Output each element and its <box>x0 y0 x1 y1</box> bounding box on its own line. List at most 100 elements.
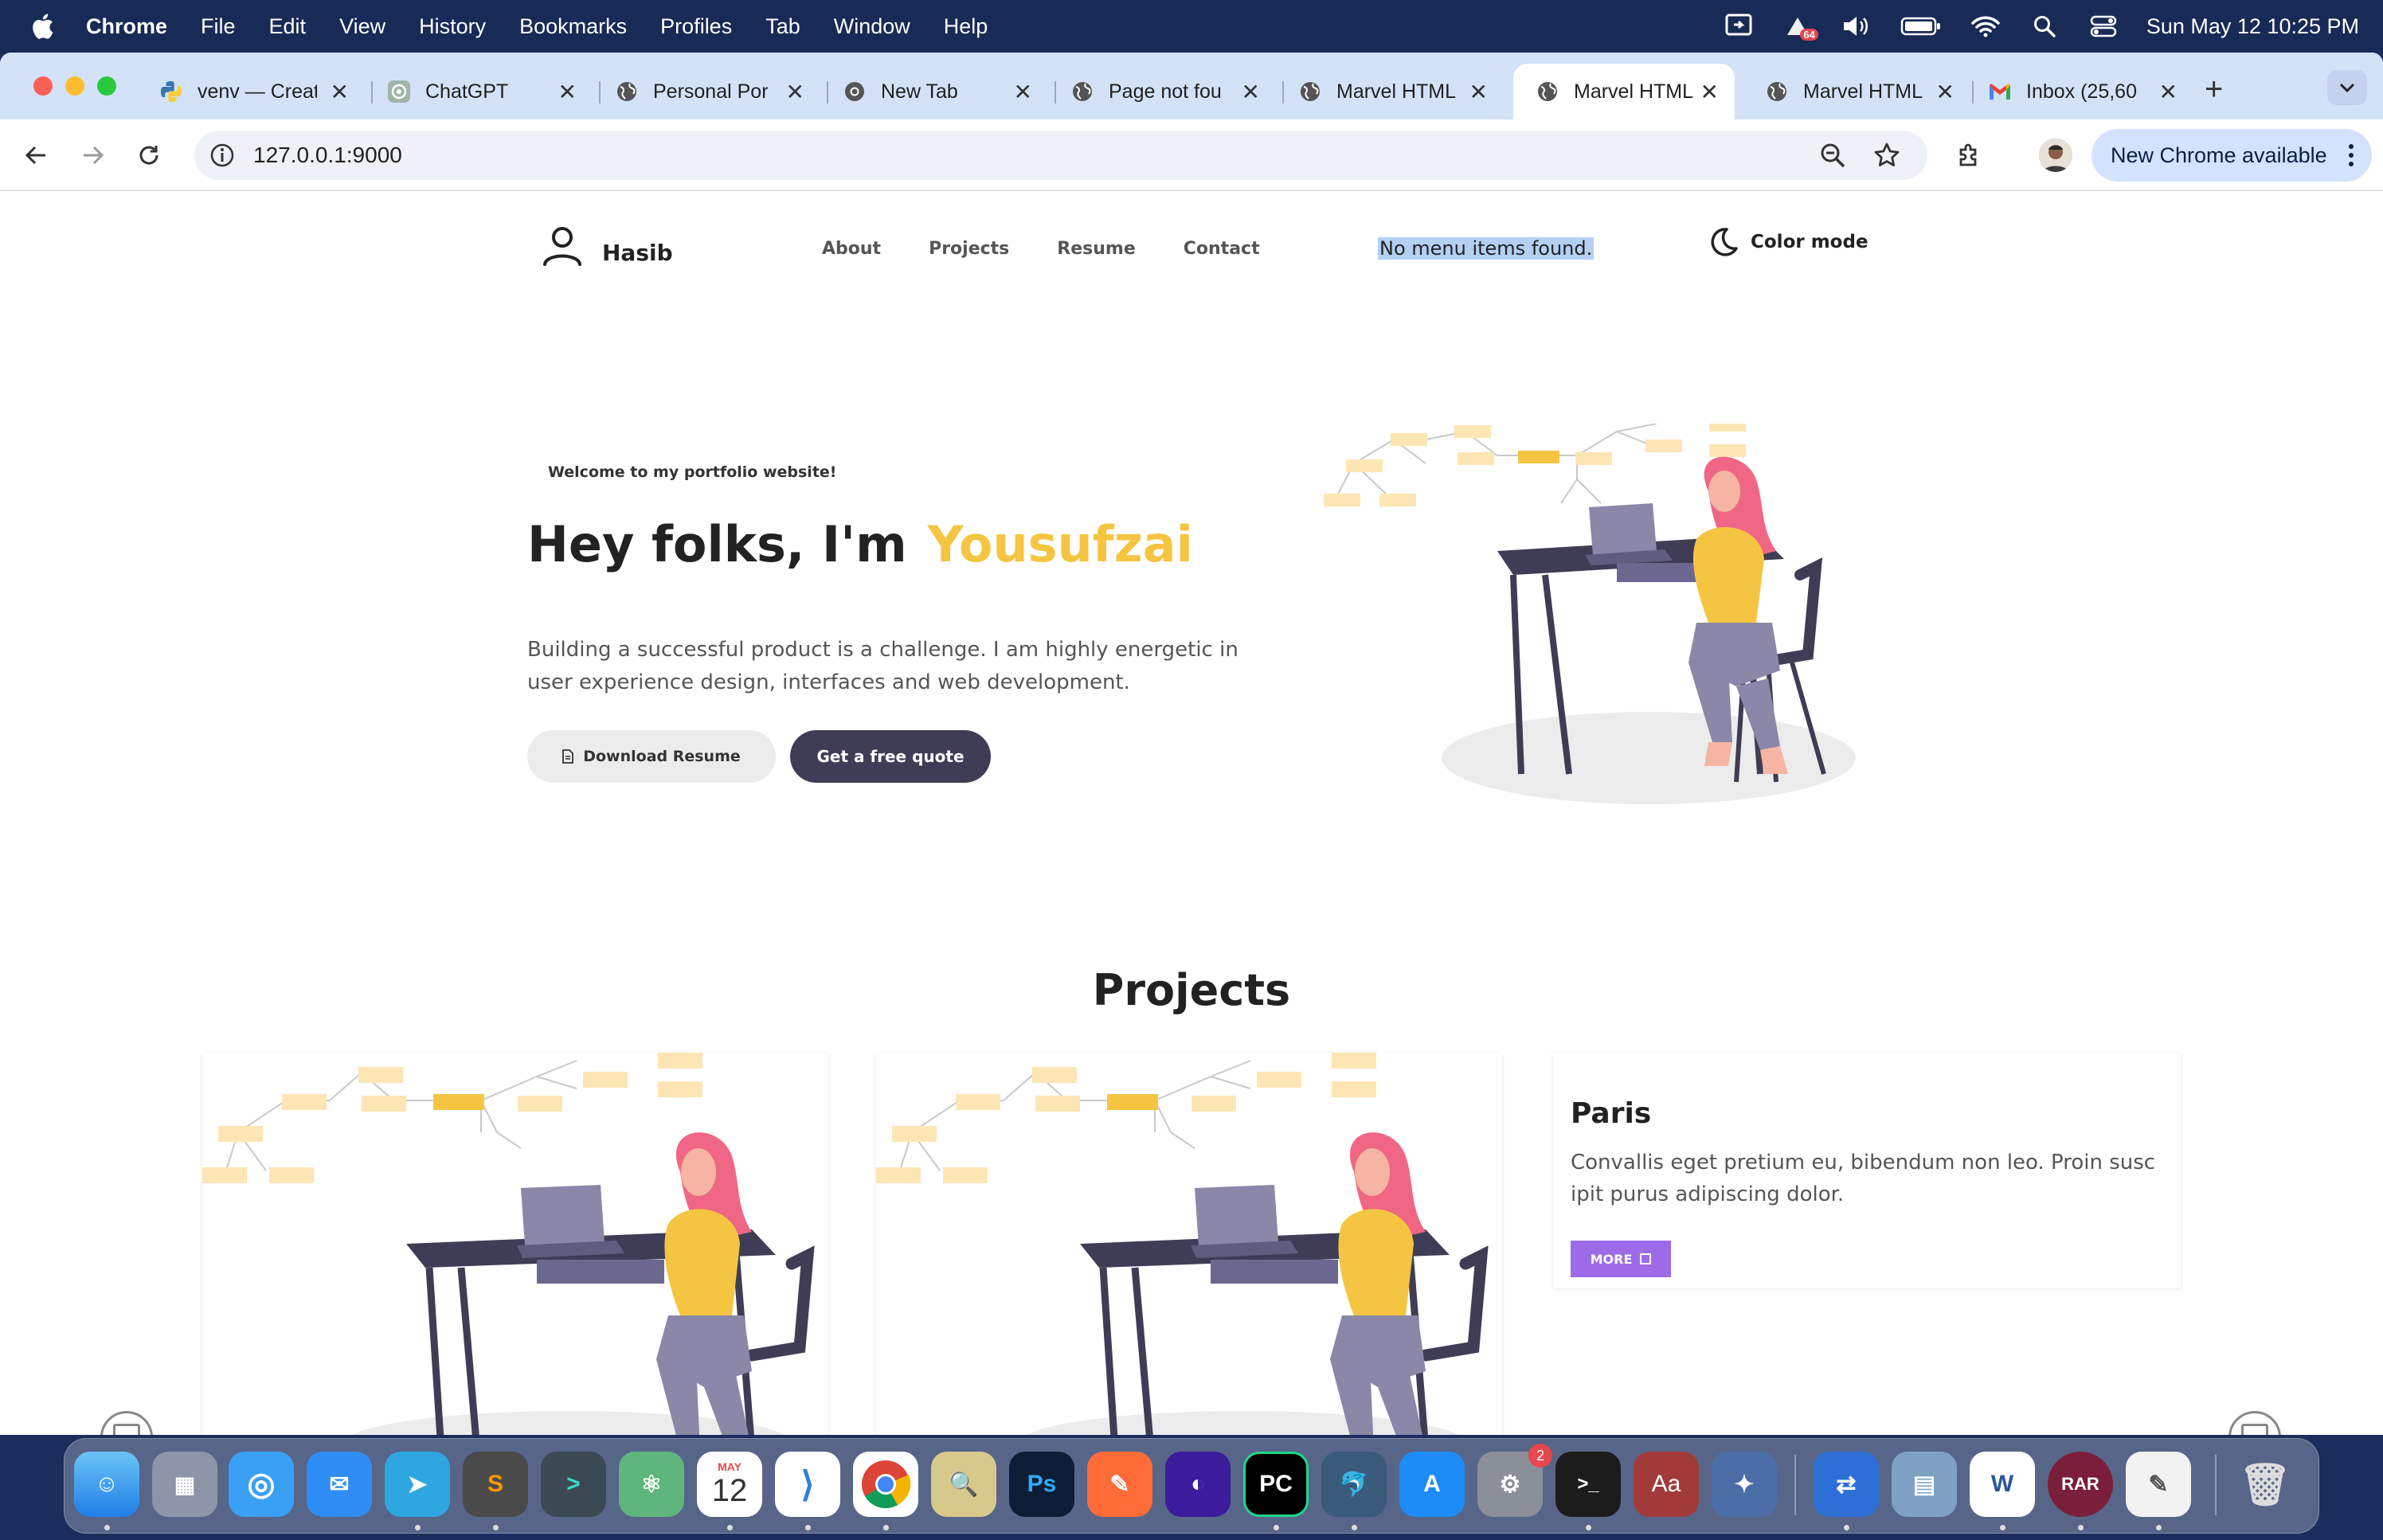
tab-new-tab[interactable]: New Tab ✕ <box>820 64 1048 119</box>
trash-icon[interactable]: 🗑 <box>2232 1452 2298 1517</box>
menu-edit[interactable]: Edit <box>269 14 307 39</box>
remote-desktop-icon[interactable]: ⇄ <box>1814 1452 1879 1517</box>
more-button[interactable]: MORE <box>1571 1241 1671 1277</box>
tab-marvel-html-active[interactable]: Marvel HTML ✕ <box>1513 64 1735 119</box>
tab-venv[interactable]: venv — Creat ✕ <box>137 64 365 119</box>
battery-icon[interactable] <box>1900 10 1943 42</box>
nav-projects[interactable]: Projects <box>929 239 1009 259</box>
apple-icon[interactable] <box>30 13 62 40</box>
url-text[interactable]: 127.0.0.1:9000 <box>253 143 402 168</box>
new-tab-button[interactable]: + <box>2205 72 2223 107</box>
color-mode-toggle[interactable]: Color mode <box>1708 226 1868 258</box>
close-tab-icon[interactable]: ✕ <box>1242 79 1260 105</box>
tab-marvel-html-3[interactable]: Marvel HTML ✕ <box>1743 64 1970 119</box>
close-tab-icon[interactable]: ✕ <box>1469 79 1488 105</box>
terminal-icon[interactable]: >_ <box>1555 1452 1621 1517</box>
screen-share-icon[interactable] <box>1723 10 1755 42</box>
mail-icon[interactable]: ✉ <box>307 1452 372 1517</box>
photoshop-icon[interactable]: Ps <box>1009 1452 1074 1517</box>
menu-app-name[interactable]: Chrome <box>86 14 167 39</box>
menu-file[interactable]: File <box>201 14 236 39</box>
close-tab-icon[interactable]: ✕ <box>1936 79 1955 105</box>
chrome-update-button[interactable]: New Chrome available <box>2091 129 2372 182</box>
close-tab-icon[interactable]: ✕ <box>2159 79 2178 105</box>
sublime-text-icon[interactable]: S <box>463 1452 528 1517</box>
menubar-clock[interactable]: Sun May 12 10:25 PM <box>2146 14 2359 39</box>
left-floating-square-button[interactable] <box>100 1411 153 1435</box>
zoom-icon[interactable] <box>1819 142 1846 173</box>
volume-icon[interactable] <box>1841 10 1872 42</box>
menu-history[interactable]: History <box>419 14 486 39</box>
close-tab-icon[interactable]: ✕ <box>1700 79 1719 105</box>
spotlight-search-icon[interactable] <box>2029 10 2060 42</box>
chrome-toolbar: 127.0.0.1:9000 New Chrome available <box>0 119 2383 191</box>
pycharm-icon[interactable]: PC <box>1243 1452 1309 1517</box>
nav-contact[interactable]: Contact <box>1184 239 1260 259</box>
menu-help[interactable]: Help <box>944 14 988 39</box>
battery-alert-icon[interactable]: 64 <box>1782 10 1818 42</box>
project-card[interactable] <box>876 1053 1502 1435</box>
preview-photos-icon[interactable]: ▤ <box>1892 1452 1957 1517</box>
telegram-icon[interactable]: ➤ <box>385 1452 450 1517</box>
address-bar[interactable]: 127.0.0.1:9000 <box>194 131 1927 180</box>
xcode-tools-icon[interactable]: ✦ <box>1712 1452 1777 1517</box>
finder-icon[interactable]: ☺ <box>74 1452 139 1517</box>
nav-resume[interactable]: Resume <box>1057 239 1135 259</box>
globe-icon <box>1070 80 1094 104</box>
control-center-icon[interactable] <box>2088 10 2119 42</box>
postman-icon[interactable]: ✎ <box>1087 1452 1152 1517</box>
app-store-icon[interactable]: A <box>1399 1452 1465 1517</box>
word-icon[interactable]: W <box>1970 1452 2035 1517</box>
maximize-window-button[interactable] <box>97 76 116 96</box>
safari-icon[interactable]: ◎ <box>229 1452 294 1517</box>
menu-tab[interactable]: Tab <box>765 14 800 39</box>
menu-view[interactable]: View <box>339 14 385 39</box>
right-floating-square-button[interactable] <box>2228 1411 2281 1435</box>
wifi-icon[interactable] <box>1970 10 2001 42</box>
calendar-icon[interactable]: MAY 12 <box>697 1452 762 1517</box>
project-card[interactable] <box>202 1053 828 1435</box>
menu-profiles[interactable]: Profiles <box>660 14 732 39</box>
free-quote-label: Get a free quote <box>816 747 965 766</box>
close-tab-icon[interactable]: ✕ <box>331 79 349 105</box>
screen-app-icon[interactable]: ◐ <box>1165 1452 1231 1517</box>
forward-arrow-icon[interactable] <box>73 135 113 175</box>
menu-bookmarks[interactable]: Bookmarks <box>519 14 627 39</box>
mysql-workbench-icon[interactable]: 🐬 <box>1321 1452 1387 1517</box>
tab-search-chevron-icon[interactable] <box>2327 70 2367 105</box>
back-arrow-icon[interactable] <box>16 135 56 175</box>
prompt-icon[interactable]: > <box>541 1452 606 1517</box>
close-tab-icon[interactable]: ✕ <box>558 79 577 105</box>
nav-about[interactable]: About <box>822 239 881 259</box>
textedit-icon[interactable]: ✎ <box>2126 1452 2191 1517</box>
tab-page-not-found[interactable]: Page not fou ✕ <box>1048 64 1276 119</box>
vscode-icon[interactable]: ⟩ <box>775 1452 840 1517</box>
extensions-puzzle-icon[interactable] <box>1950 135 1990 175</box>
dictionary-icon[interactable]: Aa <box>1634 1452 1699 1517</box>
site-brand[interactable]: Hasib <box>540 223 673 271</box>
tab-gmail-inbox[interactable]: Inbox (25,60 ✕ <box>1966 64 2193 119</box>
kebab-menu-icon[interactable] <box>2348 143 2354 167</box>
hero-title: Hey folks, I'm Yousufzai <box>527 515 1193 573</box>
menu-window[interactable]: Window <box>834 14 910 39</box>
rar-icon[interactable]: RAR <box>2048 1452 2113 1517</box>
free-quote-button[interactable]: Get a free quote <box>790 730 991 783</box>
minimize-window-button[interactable] <box>65 76 84 96</box>
reload-icon[interactable] <box>129 135 169 175</box>
profile-avatar[interactable] <box>2039 139 2072 172</box>
launchpad-icon[interactable]: ▦ <box>152 1452 217 1517</box>
tab-marvel-html-1[interactable]: Marvel HTML ✕ <box>1276 64 1504 119</box>
hero-illustration <box>1324 424 1856 804</box>
preview-icon[interactable]: 🔍 <box>931 1452 996 1517</box>
atom-icon[interactable]: ⚛ <box>619 1452 684 1517</box>
bookmark-star-icon[interactable] <box>1873 142 1900 173</box>
close-window-button[interactable] <box>33 76 53 96</box>
user-icon <box>540 223 585 271</box>
tab-personal-portfolio[interactable]: Personal Por ✕ <box>593 64 820 119</box>
tab-chatgpt[interactable]: ChatGPT ✕ <box>365 64 593 119</box>
chrome-dock-icon[interactable] <box>853 1452 918 1517</box>
site-info-icon[interactable] <box>209 142 236 169</box>
download-resume-button[interactable]: Download Resume <box>527 730 776 783</box>
close-tab-icon[interactable]: ✕ <box>786 79 804 105</box>
close-tab-icon[interactable]: ✕ <box>1014 79 1032 105</box>
